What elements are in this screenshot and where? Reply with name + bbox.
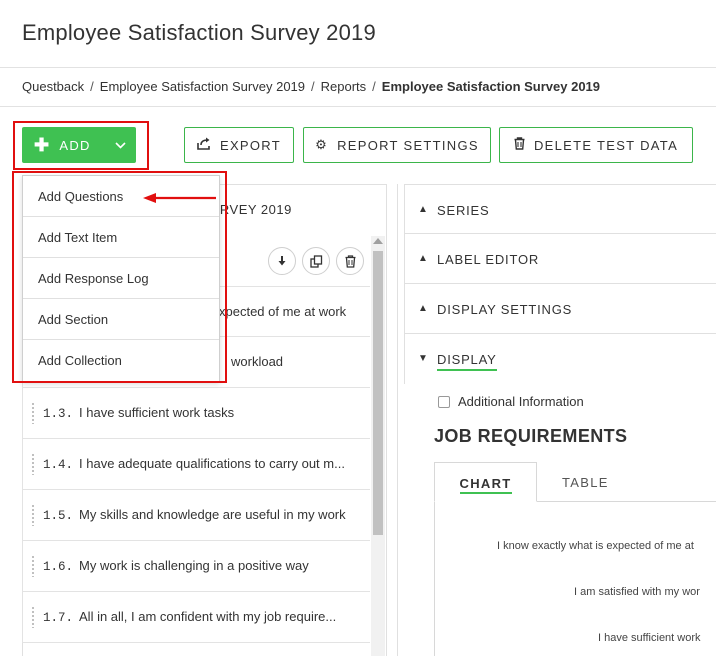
section-title: JOB REQUIREMENTS [434,426,628,446]
accordion-label: DISPLAY [437,352,497,371]
download-icon [278,256,286,266]
question-number: 1.5. [43,509,74,523]
accordion-label: LABEL EDITOR [437,252,540,267]
list-item[interactable]: 1.4. I have adequate qualifications to ca… [22,439,370,490]
scroll-up-arrow[interactable] [373,238,383,244]
add-button-label: ADD [59,137,91,153]
title-bar: Employee Satisfaction Survey 2019 [0,0,716,68]
export-button[interactable]: EXPORT [184,127,294,163]
chart-category-label: I know exactly what is expected of me at [497,540,694,552]
export-label: EXPORT [219,137,282,153]
report-settings-button[interactable]: ⚙ REPORT SETTINGS [303,127,491,163]
question-text: I have adequate qualifications to carry … [79,456,345,471]
drag-handle-icon[interactable] [31,504,35,526]
accordion-display-settings[interactable]: ▲ DISPLAY SETTINGS [404,284,716,334]
page-title: Employee Satisfaction Survey 2019 [22,20,376,45]
accordion-series[interactable]: ▲ SERIES [404,184,716,234]
breadcrumb-item-current: Employee Satisfaction Survey 2019 [381,79,601,94]
caret-down-icon: ▼ [418,353,429,364]
question-number: 1.7. [43,611,74,625]
chart-category-label: I have sufficient work [598,632,701,644]
caret-up-icon: ▲ [418,303,429,314]
accordion-label: DISPLAY SETTINGS [437,302,573,317]
menu-item-add-collection[interactable]: Add Collection [23,340,219,381]
caret-up-icon: ▲ [418,204,429,215]
drag-handle-icon[interactable] [31,555,35,577]
question-number: 1.3. [43,407,74,421]
gear-icon: ⚙ [315,137,329,152]
copy-icon [309,254,322,268]
annotation-arrow-icon [143,193,216,203]
tab-label: CHART [459,476,512,494]
download-button[interactable] [268,247,296,275]
accordion-label: SERIES [437,203,490,218]
menu-item-add-response-log[interactable]: Add Response Log [23,258,219,299]
breadcrumb-divider [0,106,716,107]
accordion-display[interactable]: ▼ DISPLAY [404,334,716,384]
list-item[interactable]: 1.3. I have sufficient work tasks [22,388,370,439]
scroll-thumb[interactable] [373,251,383,535]
accordion-label-editor[interactable]: ▲ LABEL EDITOR [404,234,716,284]
tab-chart[interactable]: CHART [434,462,537,502]
question-number: 1.6. [43,560,74,574]
delete-test-data-label: DELETE TEST DATA [533,137,679,153]
breadcrumb-item-reports[interactable]: Reports [321,79,367,94]
delete-test-data-button[interactable]: DELETE TEST DATA [499,127,693,163]
breadcrumb-item-survey[interactable]: Employee Satisfaction Survey 2019 [100,79,305,94]
breadcrumb-separator: / [372,79,376,94]
drag-handle-icon[interactable] [31,606,35,628]
additional-information-checkbox[interactable] [438,396,450,408]
list-item[interactable]: 1.5. My skills and knowledge are useful i… [22,490,370,541]
breadcrumb-separator: / [90,79,94,94]
plus-icon: ✚ [34,135,51,155]
add-button[interactable]: ✚ ADD [22,127,136,163]
caret-up-icon: ▲ [418,253,429,264]
copy-button[interactable] [302,247,330,275]
trash-icon [345,254,355,268]
question-text: I have sufficient work tasks [79,405,235,420]
question-number: 1.4. [43,458,74,472]
breadcrumb-separator: / [311,79,315,94]
tab-table[interactable]: TABLE [562,475,609,490]
breadcrumb-item-questback[interactable]: Questback [22,79,84,94]
list-scrollbar[interactable] [371,236,385,656]
menu-item-add-section[interactable]: Add Section [23,299,219,340]
chart-category-label: I am satisfied with my wor [574,586,700,598]
question-text: All in all, I am confident with my job r… [79,609,337,624]
trash-icon [514,137,525,153]
drag-handle-icon[interactable] [31,402,35,424]
list-item[interactable]: 1.6. My work is challenging in a positive… [22,541,370,592]
additional-information-label: Additional Information [458,394,584,409]
question-text: xpected of me at work [219,304,347,319]
drag-handle-icon[interactable] [31,453,35,475]
export-icon [197,137,211,153]
question-text: My skills and knowledge are useful in my… [79,507,346,522]
delete-button[interactable] [336,247,364,275]
breadcrumb: Questback / Employee Satisfaction Survey 2… [22,79,600,94]
question-text: My work is challenging in a positive way [79,558,309,573]
add-dropdown-menu: Add Questions Add Text Item Add Response… [22,175,220,382]
list-item[interactable]: 1.7. All in all, I am confident with my j… [22,592,370,643]
report-settings-label: REPORT SETTINGS [337,137,479,153]
question-text: workload [231,354,284,369]
panel-header: URVEY 2019 [210,202,292,217]
chevron-down-icon [115,138,126,152]
menu-item-add-text-item[interactable]: Add Text Item [23,217,219,258]
